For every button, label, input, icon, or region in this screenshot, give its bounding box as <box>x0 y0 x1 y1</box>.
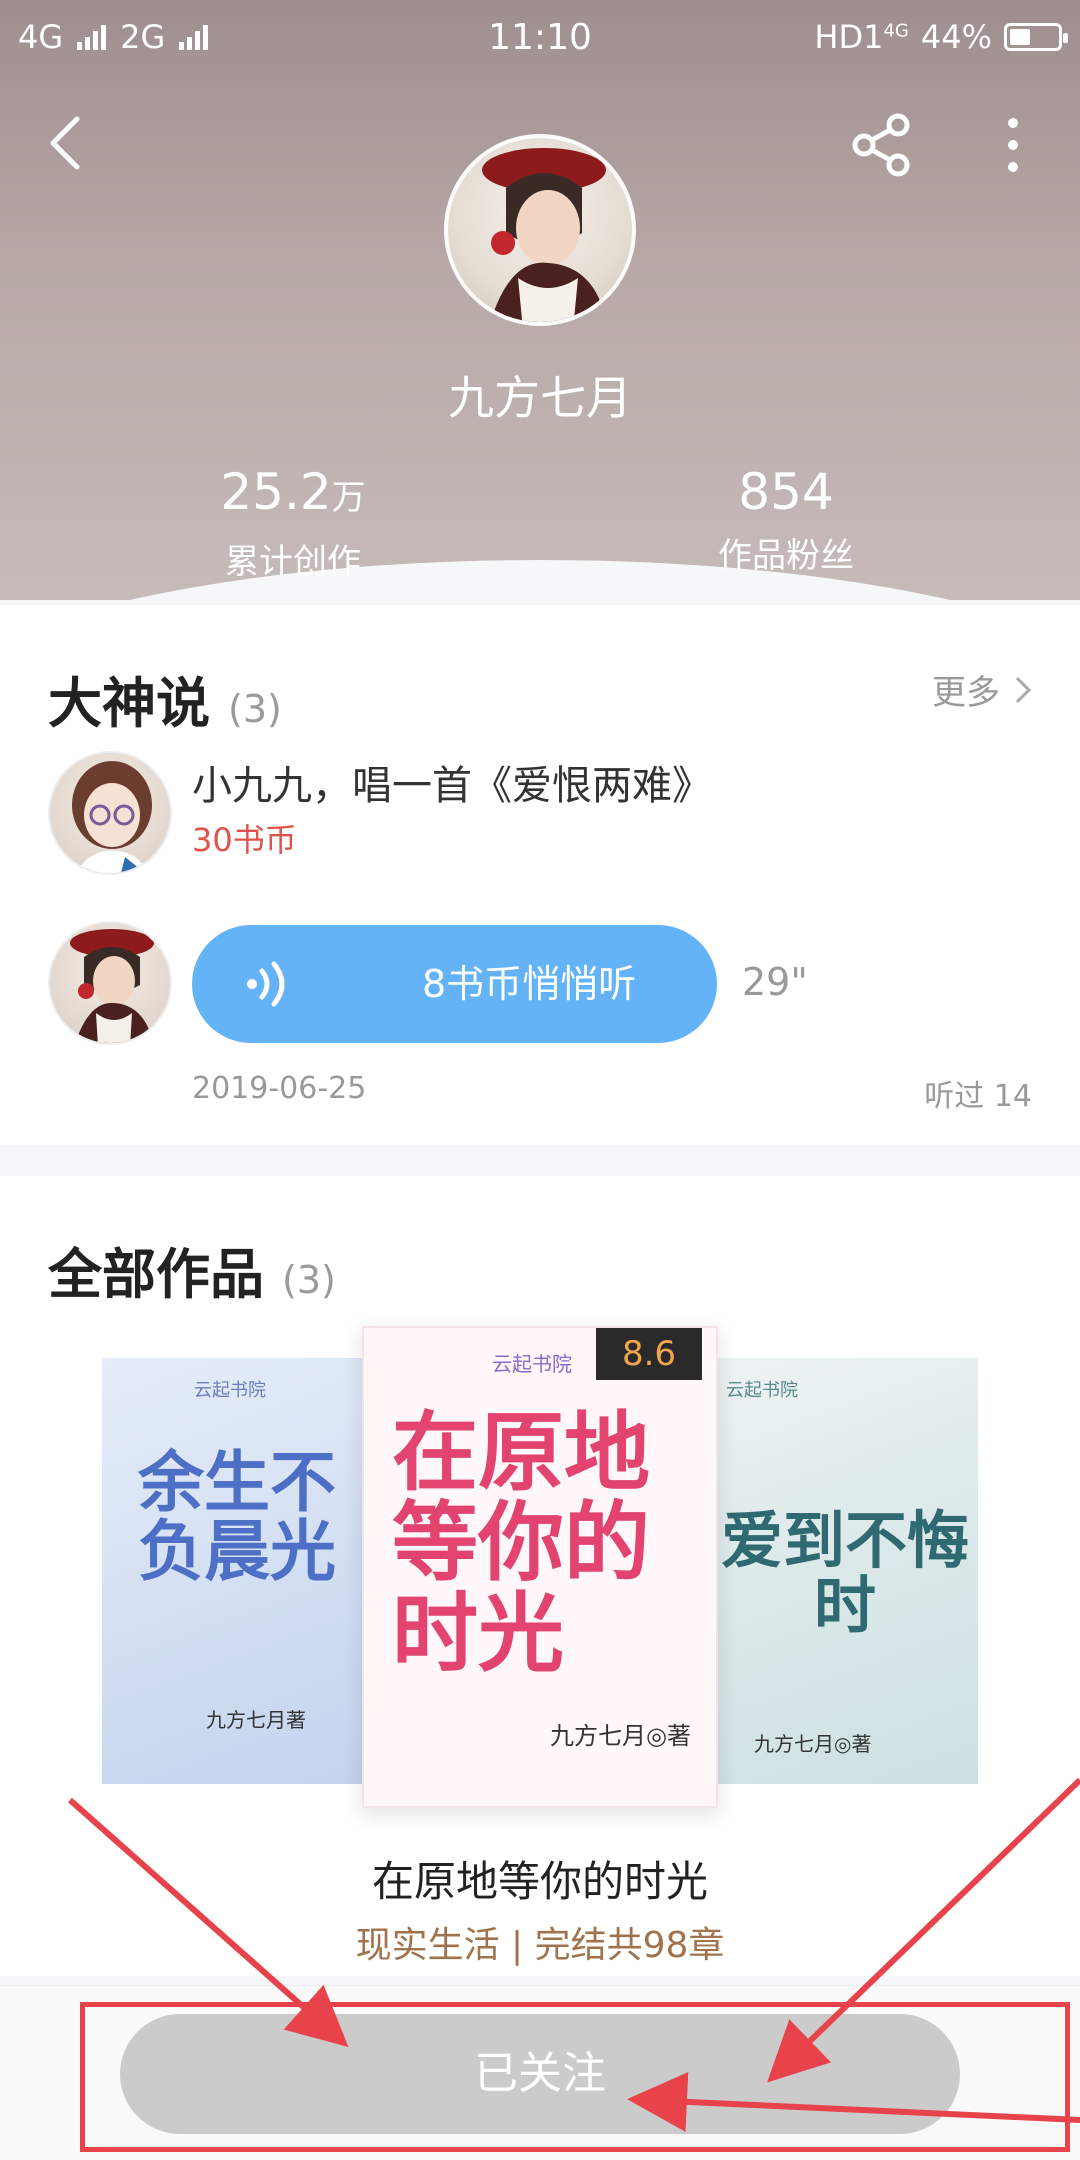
post-text[interactable]: 小九九，唱一首《爱恨两难》 <box>192 753 712 811</box>
selected-book-meta: 现实生活 | 完结共98章 <box>355 1925 725 1966</box>
book-cover-selected[interactable]: 云起书院 8.6 在原地等你的时光 九方七月◎著 <box>362 1326 718 1808</box>
voice-wave-icon <box>247 961 285 1007</box>
share-button[interactable] <box>845 108 919 182</box>
book-cover-title: 爱到不悔时 <box>720 1504 969 1643</box>
book-cover[interactable]: 云起书院 余生不负晨光 九方七月著 <box>102 1358 372 1784</box>
author-avatar[interactable] <box>444 134 636 326</box>
post-date: 2019-06-25 <box>192 1071 367 1106</box>
book-cover-author: 九方七月◎著 <box>754 1732 872 1756</box>
publisher-logo: 云起书院 <box>492 1352 572 1376</box>
author-header: 4G 2G 11:10 HD14G 44% 九方七月 25.2万 累计创作 85… <box>0 0 1080 600</box>
book-cover-author: 九方七月◎著 <box>550 1722 691 1750</box>
stat-fans[interactable]: 854 作品粉丝 <box>636 462 936 577</box>
more-vertical-icon <box>1008 118 1018 172</box>
section-title: 全部作品 (3) <box>48 1242 336 1306</box>
voice-listen-button[interactable]: 8书币悄悄听 <box>192 925 717 1043</box>
stat-label: 累计创作 <box>225 542 361 582</box>
section-title: 大神说 (3) <box>48 671 282 735</box>
post-coins: 30书币 <box>192 821 297 859</box>
clock: 11:10 <box>488 16 592 58</box>
book-cover[interactable]: 云起书院 爱到不悔时 九方七月◎著 <box>700 1358 978 1784</box>
book-cover-author: 九方七月著 <box>206 1708 306 1732</box>
voice-duration: 29" <box>742 960 808 1004</box>
stat-value: 25.2 <box>220 463 332 521</box>
stat-label: 作品粉丝 <box>718 536 854 576</box>
book-carousel[interactable]: 云起书院 余生不负晨光 九方七月著 云起书院 爱到不悔时 九方七月◎著 云起书院… <box>0 1326 1080 1808</box>
stat-unit: 万 <box>331 478 366 518</box>
listen-count: 听过 14 <box>924 1079 1032 1114</box>
author-name: 九方七月 <box>448 371 632 425</box>
back-button[interactable] <box>30 108 100 178</box>
section-count: (3) <box>228 687 282 731</box>
book-cover-title: 在原地等你的时光 <box>392 1402 650 1684</box>
chevron-left-icon <box>50 116 80 170</box>
chevron-right-icon <box>1015 676 1032 703</box>
battery-icon <box>1004 23 1068 51</box>
publisher-logo: 云起书院 <box>726 1380 798 1401</box>
more-label: 更多 <box>932 673 1000 713</box>
book-cover-title: 余生不负晨光 <box>138 1443 336 1591</box>
stat-total-words: 25.2万 累计创作 <box>143 462 443 583</box>
section-count: (3) <box>282 1258 336 1302</box>
voice-label: 8书币悄悄听 <box>422 962 637 1006</box>
annotation-highlight-box <box>80 2002 1070 2152</box>
selected-book-name[interactable]: 在原地等你的时光 <box>0 1848 1080 1909</box>
more-options-button[interactable] <box>990 108 1036 182</box>
works-section: 全部作品 (3) 云起书院 余生不负晨光 九方七月著 云起书院 爱到不悔时 九方七… <box>0 1176 1080 1976</box>
more-link[interactable]: 更多 <box>932 665 1032 714</box>
fan-avatar[interactable] <box>48 751 172 875</box>
score-badge: 8.6 <box>596 1328 702 1380</box>
stat-value: 854 <box>738 463 834 521</box>
status-bar: 4G 2G 11:10 HD14G 44% <box>0 0 1080 74</box>
publisher-logo: 云起书院 <box>194 1380 266 1401</box>
author-reply-avatar[interactable] <box>48 921 172 1045</box>
share-icon <box>852 113 910 177</box>
dashen-shuo-section: 大神说 (3) 更多 小九九，唱一首《爱恨两难》 30书币 8书币悄悄听 29"… <box>0 605 1080 1145</box>
